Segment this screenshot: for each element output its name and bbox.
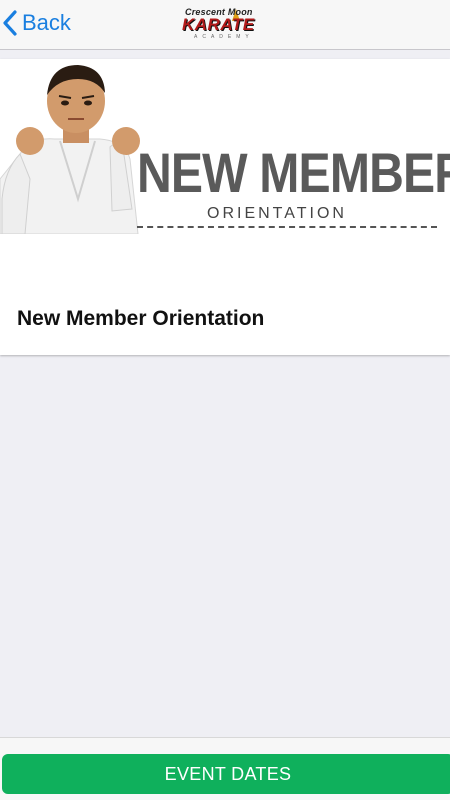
bottom-toolbar: EVENT DATES xyxy=(0,737,450,800)
back-button-label: Back xyxy=(22,10,71,35)
chevron-left-icon xyxy=(3,10,17,36)
navigation-bar: Back Crescent Moon KARATE ACADEMY xyxy=(0,0,450,50)
banner-subline: ORIENTATION xyxy=(207,205,347,222)
event-title: New Member Orientation xyxy=(17,307,265,330)
event-card[interactable]: NEW MEMBER ORIENTATION New Member Orient… xyxy=(0,59,450,355)
event-banner-image: NEW MEMBER ORIENTATION xyxy=(0,59,450,234)
banner-divider xyxy=(137,226,437,228)
logo-line2: KARATE xyxy=(182,15,255,34)
back-button[interactable]: Back xyxy=(2,6,71,40)
app-logo: Crescent Moon KARATE ACADEMY xyxy=(182,7,272,41)
event-dates-button[interactable]: EVENT DATES xyxy=(2,754,450,794)
screen: Back Crescent Moon KARATE ACADEMY NEW ME… xyxy=(0,0,450,800)
banner-headline: NEW MEMBER xyxy=(137,141,450,204)
karate-kid-illustration xyxy=(0,65,140,234)
logo-line3: ACADEMY xyxy=(194,34,254,40)
